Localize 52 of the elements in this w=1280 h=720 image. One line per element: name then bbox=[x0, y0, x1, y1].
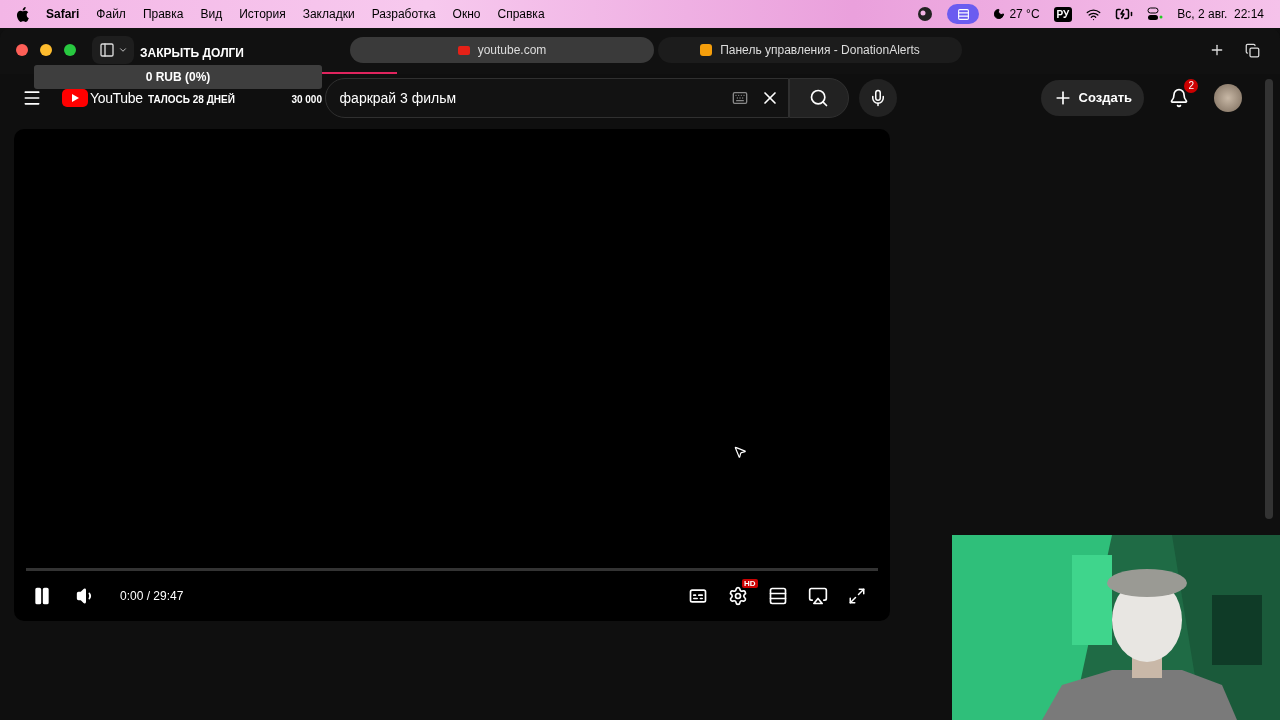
time-display: 0:00 / 29:47 bbox=[120, 588, 184, 605]
settings-button[interactable] bbox=[728, 586, 748, 606]
menu-clock[interactable]: Вс, 2 авг. 22:14 bbox=[1177, 5, 1264, 23]
browser-tab[interactable]: Панель управления - DonationAlerts bbox=[658, 37, 962, 63]
menu-icon bbox=[22, 88, 42, 108]
temperature[interactable]: 27 °C bbox=[1009, 5, 1040, 23]
apple-logo-icon[interactable] bbox=[16, 6, 29, 22]
keyboard-icon[interactable] bbox=[731, 90, 748, 106]
progress-track[interactable] bbox=[26, 568, 878, 571]
menu-item[interactable]: Закладки bbox=[302, 5, 355, 23]
menu-item[interactable]: История bbox=[239, 5, 286, 23]
search-icon bbox=[808, 88, 829, 108]
input-language[interactable]: РУ bbox=[1053, 6, 1073, 22]
scrollbar[interactable] bbox=[1265, 79, 1273, 519]
goal-target: 30 000 bbox=[291, 93, 322, 107]
miniplayer-button[interactable] bbox=[768, 586, 788, 606]
menu-item[interactable]: Разработка bbox=[371, 5, 436, 23]
goal-title: ЗАКРЫТЬ ДОЛГИ bbox=[140, 45, 244, 62]
wifi-icon[interactable] bbox=[1086, 6, 1102, 22]
voice-search-button[interactable] bbox=[858, 79, 897, 117]
browser-tab[interactable]: youtube.com bbox=[350, 37, 654, 63]
zoom-window-button[interactable] bbox=[64, 44, 76, 56]
moon-icon[interactable] bbox=[993, 8, 1006, 20]
menu-item[interactable]: Вид bbox=[200, 5, 223, 23]
minimize-window-button[interactable] bbox=[40, 44, 52, 56]
menu-item[interactable]: Правка bbox=[142, 5, 184, 23]
menu-button[interactable] bbox=[22, 88, 42, 108]
search-field[interactable]: фаркрай 3 фильм bbox=[324, 78, 789, 118]
menu-item[interactable]: Окно bbox=[452, 5, 481, 23]
chevron-down-icon bbox=[117, 45, 128, 55]
sidebar-button[interactable] bbox=[92, 36, 134, 64]
goal-amount: 0 RUB (0%) bbox=[145, 69, 211, 86]
subtitles-button[interactable] bbox=[688, 586, 708, 606]
pause-button[interactable] bbox=[32, 586, 52, 606]
airplay-button[interactable] bbox=[808, 586, 828, 606]
control-center-icon[interactable] bbox=[1147, 7, 1164, 21]
create-button[interactable]: Создать bbox=[1040, 80, 1144, 116]
goal-days-left: ТАЛОСЬ 28 ДНЕЙ bbox=[148, 92, 235, 107]
notification-count: 2 bbox=[1184, 79, 1198, 93]
avatar[interactable] bbox=[1214, 84, 1242, 112]
menu-item[interactable]: Файл bbox=[96, 5, 126, 23]
tabs-icon bbox=[1245, 42, 1260, 58]
search-button[interactable] bbox=[788, 78, 849, 118]
fullscreen-button[interactable] bbox=[848, 587, 866, 605]
close-window-button[interactable] bbox=[16, 44, 28, 56]
plus-icon bbox=[1209, 42, 1225, 58]
menu-item[interactable]: Справка bbox=[497, 5, 545, 23]
video-player[interactable]: 0:00 / 29:47 HD bbox=[14, 129, 890, 621]
sidebar-icon bbox=[98, 42, 115, 58]
quality-badge: HD bbox=[742, 579, 758, 588]
mouse-pointer-icon bbox=[733, 445, 747, 459]
menu-item[interactable]: Safari bbox=[46, 5, 80, 23]
